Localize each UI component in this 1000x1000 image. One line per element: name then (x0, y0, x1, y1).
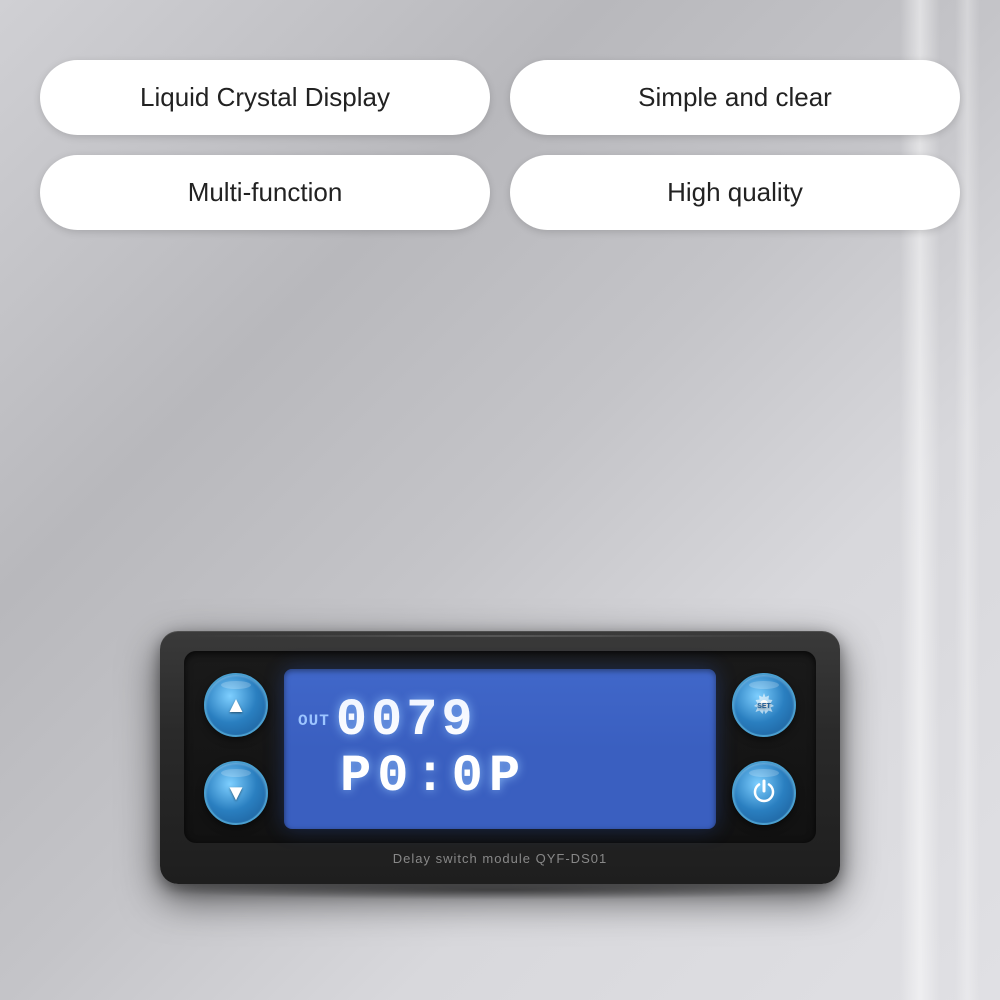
lcd-digits-row2: P0:0P (340, 751, 526, 803)
device-model-label: Delay switch module QYF-DS01 (184, 851, 816, 866)
power-icon (751, 778, 777, 808)
up-button[interactable]: ▲ (204, 673, 268, 737)
lcd-screen: OUT 0079 P0:0P (284, 669, 716, 829)
device-wrapper: ▲ ▼ OUT 0079 P0:0P (160, 631, 840, 900)
down-icon: ▼ (225, 782, 247, 804)
lcd-out-label: OUT (298, 712, 330, 730)
right-button-column: SET (732, 673, 796, 825)
lcd-row1: OUT 0079 (298, 695, 702, 747)
svg-text:SET: SET (757, 703, 771, 710)
lcd-digits-row1: 0079 (336, 695, 477, 747)
device-inner: ▲ ▼ OUT 0079 P0:0P (184, 651, 816, 843)
set-icon: SET (751, 691, 777, 720)
device: ▲ ▼ OUT 0079 P0:0P (160, 631, 840, 884)
set-button[interactable]: SET (732, 673, 796, 737)
up-icon: ▲ (225, 694, 247, 716)
left-button-column: ▲ ▼ (204, 673, 268, 825)
feature-quality: High quality (510, 155, 960, 230)
power-button[interactable] (732, 761, 796, 825)
feature-simple: Simple and clear (510, 60, 960, 135)
features-grid: Liquid Crystal Display Simple and clear … (40, 60, 960, 230)
feature-lcd: Liquid Crystal Display (40, 60, 490, 135)
lcd-row2: P0:0P (298, 751, 702, 803)
feature-multi: Multi-function (40, 155, 490, 230)
down-button[interactable]: ▼ (204, 761, 268, 825)
